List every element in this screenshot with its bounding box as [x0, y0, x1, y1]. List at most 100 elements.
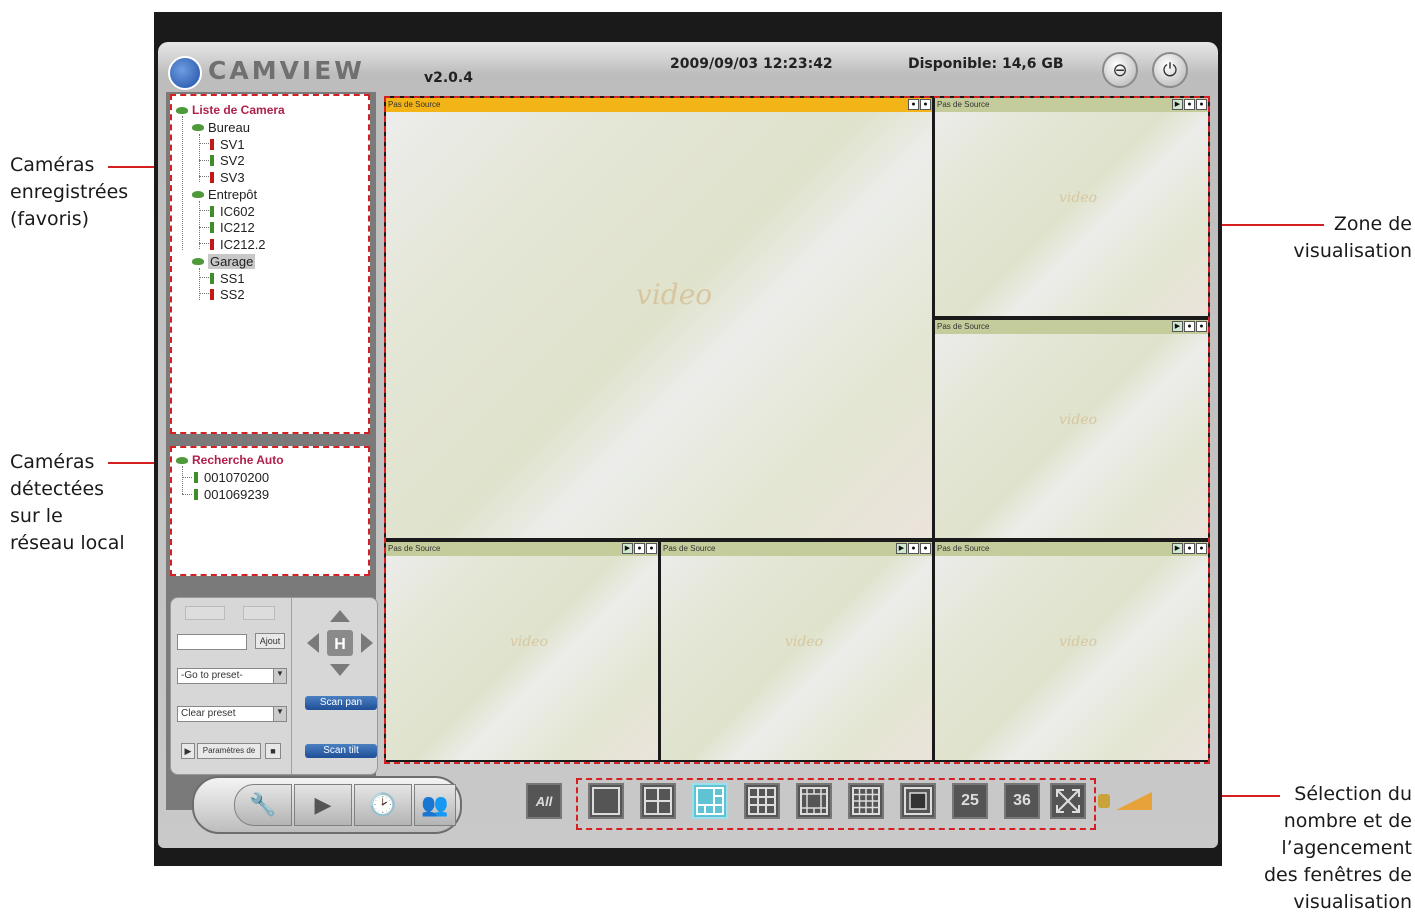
camera-online-icon: [210, 221, 214, 233]
preset-name-input[interactable]: [177, 634, 247, 650]
camera-offline-icon: [210, 138, 214, 150]
layout-9-button[interactable]: [744, 783, 780, 819]
playback-button[interactable]: ▶: [294, 784, 352, 826]
camera-label: 001070200: [204, 469, 270, 485]
group-entrepot[interactable]: Entrepôt: [192, 186, 257, 202]
camera-list-panel: Liste de Camera Bureau SV1 SV2 SV3 Entre…: [170, 94, 370, 434]
annotation-line: nombre et de: [1283, 810, 1412, 832]
camera-online-icon: [210, 272, 214, 284]
annotation-detected-cameras: Caméras détectées sur le réseau local: [10, 449, 125, 557]
chevron-down-icon: ▼: [273, 707, 286, 721]
layout-13-button[interactable]: [796, 783, 832, 819]
chevron-down-icon: ▼: [273, 669, 286, 683]
app-version: v2.0.4: [424, 70, 473, 86]
play-button[interactable]: ▶: [181, 743, 195, 759]
scan-tilt-button[interactable]: Scan tilt: [305, 744, 377, 758]
add-preset-button[interactable]: Ajout: [255, 633, 285, 649]
users-icon: 👥: [421, 792, 449, 818]
camera-ic212[interactable]: IC212: [210, 219, 255, 235]
eye-icon: [192, 257, 204, 265]
params-button[interactable]: Paramètres de: [197, 743, 261, 759]
annotation-line: détectées: [10, 478, 105, 500]
layout-perimeter-button[interactable]: [900, 783, 936, 819]
annotation-connector: [1206, 224, 1324, 226]
power-button[interactable]: ⏻: [1152, 52, 1188, 88]
camera-sv1[interactable]: SV1: [210, 136, 245, 152]
camera-label: IC212.2: [220, 236, 266, 252]
goto-preset-value: -Go to preset-: [181, 670, 243, 681]
schedule-button[interactable]: 🕑: [354, 784, 412, 826]
camera-ss2[interactable]: SS2: [210, 286, 245, 302]
group-label: Garage: [208, 253, 256, 269]
camera-label: IC212: [220, 219, 255, 235]
fullscreen-icon: [1056, 789, 1080, 813]
camera-ss1[interactable]: SS1: [210, 270, 245, 286]
goto-preset-select[interactable]: -Go to preset- ▼: [177, 668, 287, 684]
volume-slider[interactable]: [1116, 792, 1152, 810]
clear-preset-select[interactable]: Clear preset ▼: [177, 706, 287, 722]
settings-button[interactable]: 🔧: [234, 784, 292, 826]
layout-all-button[interactable]: All: [526, 783, 562, 819]
users-button[interactable]: 👥: [414, 784, 456, 826]
scan-pan-button[interactable]: Scan pan: [305, 696, 377, 710]
layout-1-icon: [592, 787, 620, 815]
group-label: Bureau: [208, 119, 250, 135]
camera-label: SS1: [220, 270, 245, 286]
wrench-icon: 🔧: [249, 792, 277, 818]
playback-icon: ▶: [314, 792, 332, 818]
camera-sv3[interactable]: SV3: [210, 169, 245, 185]
layout-36-button[interactable]: 36: [1004, 783, 1040, 819]
camera-ic212-2[interactable]: IC212.2: [210, 236, 266, 252]
window-chrome: CAMVIEW v2.0.4 2009/09/03 12:23:42 Dispo…: [158, 42, 1218, 848]
layout-16-button[interactable]: [848, 783, 884, 819]
svg-text:H: H: [334, 636, 346, 653]
layout-25-label: 25: [961, 792, 979, 809]
layout-16-icon: [852, 787, 880, 815]
auto-search-panel: Recherche Auto 001070200 001069239: [170, 446, 370, 576]
camera-ic602[interactable]: IC602: [210, 203, 255, 219]
ptz-disabled-select: [243, 606, 275, 620]
group-garage[interactable]: Garage: [192, 253, 256, 269]
stop-button[interactable]: ■: [265, 743, 281, 759]
camera-offline-icon: [210, 238, 214, 250]
clear-preset-value: Clear preset: [181, 708, 236, 719]
layout-6-button[interactable]: [692, 783, 728, 819]
annotation-view-zone: Zone de visualisation: [1230, 211, 1412, 265]
camera-label: SS2: [220, 286, 245, 302]
camview-logo-icon: [168, 56, 202, 90]
auto-search-root[interactable]: Recherche Auto: [176, 452, 284, 468]
camera-label: SV1: [220, 136, 245, 152]
group-bureau[interactable]: Bureau: [192, 119, 250, 135]
layout-25-button[interactable]: 25: [952, 783, 988, 819]
annotation-line: (favoris): [10, 208, 90, 230]
camview-window: CAMVIEW v2.0.4 2009/09/03 12:23:42 Dispo…: [154, 12, 1222, 866]
camera-label: SV3: [220, 169, 245, 185]
eye-icon: [192, 190, 204, 198]
camera-online-icon: [210, 154, 214, 166]
group-label: Entrepôt: [208, 186, 258, 202]
camera-sv2[interactable]: SV2: [210, 152, 245, 168]
layout-6-icon: [696, 787, 724, 815]
viewing-zone-highlight: [384, 96, 1210, 764]
ptz-direction-pad-icon[interactable]: H: [305, 608, 375, 678]
detected-camera-1[interactable]: 001070200: [194, 469, 269, 485]
camera-offline-icon: [210, 288, 214, 300]
ptz-control-panel: Ajout -Go to preset- ▼ Clear preset ▼ ▶ …: [170, 597, 378, 775]
camera-list-root[interactable]: Liste de Camera: [176, 102, 285, 118]
layout-perimeter-icon: [904, 787, 932, 815]
layout-36-label: 36: [1013, 792, 1031, 809]
detected-camera-2[interactable]: 001069239: [194, 486, 269, 502]
speaker-icon[interactable]: [1098, 794, 1110, 808]
annotation-line: visualisation: [1293, 240, 1412, 262]
tool-button-group: 🔧 ▶ 🕑 👥: [192, 776, 462, 834]
layout-13-icon: [800, 787, 828, 815]
minimize-button[interactable]: ⊖: [1102, 52, 1138, 88]
camera-label: IC602: [220, 203, 255, 219]
schedule-icon: 🕑: [369, 792, 397, 818]
eye-icon: [176, 106, 188, 114]
eye-icon: [176, 456, 188, 464]
layout-4-button[interactable]: [640, 783, 676, 819]
layout-1-button[interactable]: [588, 783, 624, 819]
fullscreen-button[interactable]: [1050, 783, 1086, 819]
ptz-disabled-field: [185, 606, 225, 620]
